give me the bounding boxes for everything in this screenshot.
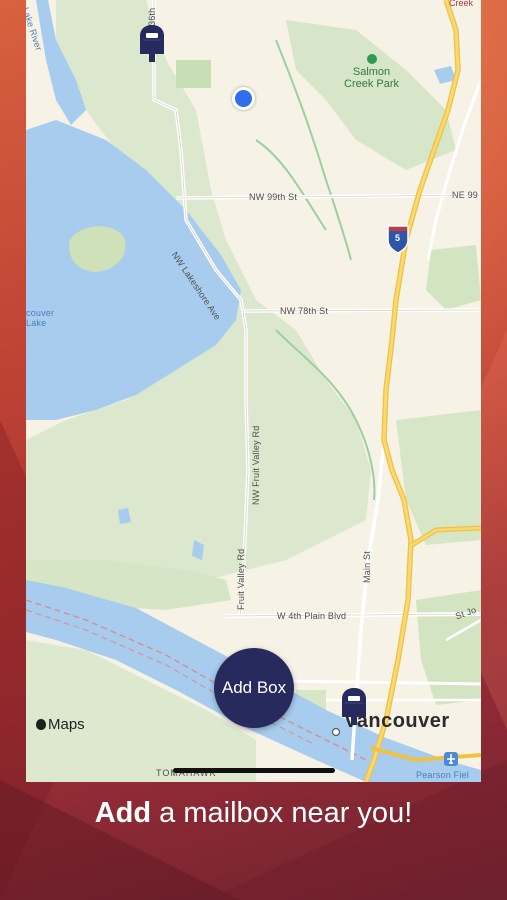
road-label-fruit-valley-lower: Fruit Valley Rd [236,548,246,610]
road-label-nw99: NW 99th St [249,192,298,202]
maps-attribution-text: Maps [48,716,85,733]
maps-attribution[interactable]: Maps [36,716,85,733]
lake-label: couver Lake [26,308,54,328]
creek-label: Creek [449,0,474,8]
home-indicator[interactable] [173,768,335,773]
road-label-main: Main St [362,551,372,583]
lake-label-line1: couver [26,308,55,318]
interstate-number: 5 [395,233,401,243]
road-label-nw78: NW 78th St [280,306,329,316]
mailbox-marker-icon[interactable] [137,24,167,62]
road-label-fruit-valley-upper: NW Fruit Valley Rd [251,425,261,505]
tagline-bold: Add [94,797,152,829]
tagline: Add a mailbox near you! [0,797,507,830]
lake-label-line2: Lake [26,318,47,328]
mailbox-marker-icon[interactable] [339,687,369,725]
road-label-ne99: NE 99 [452,190,479,200]
add-box-button[interactable]: Add Box [214,648,294,728]
park-label: Salmon Creek Park [344,54,399,90]
apple-logo-icon [36,719,46,730]
park-pin-icon [366,54,377,64]
park-name-line1: Salmon [352,66,391,78]
park-name-line2: Creek Park [344,78,400,90]
airport-label: Pearson Fiel [416,770,469,780]
user-location-dot [232,87,255,110]
tagline-rest: a mailbox near you! [151,797,413,829]
road-label-w4th: W 4th Plain Blvd [277,611,347,621]
